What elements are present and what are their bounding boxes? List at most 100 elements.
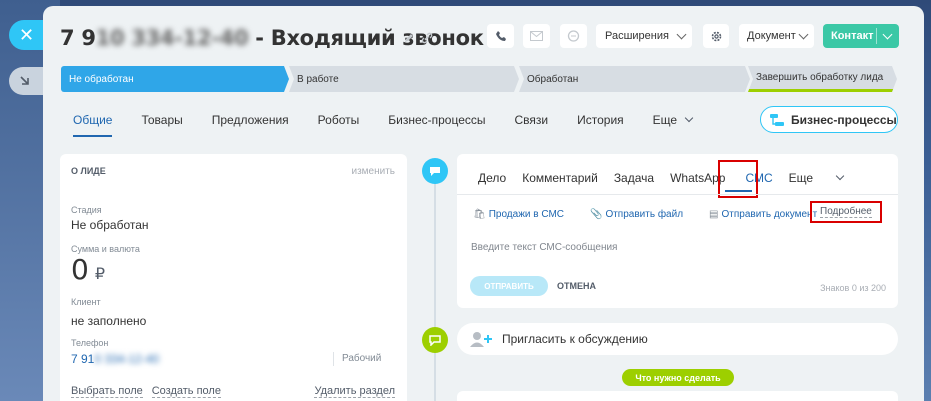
collapse-button[interactable] xyxy=(9,67,43,95)
extensions-label: Расширения xyxy=(605,30,669,42)
tab-offers[interactable]: Предложения xyxy=(212,113,289,127)
sms-actions: 🛍 Продажи в СМС 📎 Отправить файл ▤ Отправит… xyxy=(473,209,843,220)
chevron-down-icon xyxy=(685,113,694,123)
tab-comment[interactable]: Комментарий xyxy=(522,171,598,185)
divider xyxy=(457,194,898,195)
amount-value: 0 xyxy=(71,253,89,286)
tab-general[interactable]: Общие xyxy=(73,113,113,137)
email-button[interactable] xyxy=(523,24,550,48)
sales-sms-label: Продажи в СМС xyxy=(488,209,564,220)
close-icon: ✕ xyxy=(19,24,35,45)
chevron-down-icon xyxy=(676,29,687,40)
invite-to-discussion[interactable]: Пригласить к обсуждению xyxy=(457,323,898,355)
edit-link[interactable]: изменить xyxy=(351,166,395,177)
settings-button[interactable] xyxy=(703,24,729,48)
more-details-link[interactable]: Подробнее xyxy=(820,206,872,218)
send-file-label: Отправить файл xyxy=(605,209,684,220)
arrow-down-right-icon xyxy=(20,76,29,85)
tab-history[interactable]: История xyxy=(577,113,624,127)
phone-type: Рабочий xyxy=(342,353,382,364)
phone-field-value[interactable]: 7 910 334-12-40 xyxy=(71,352,159,366)
comment-icon xyxy=(429,334,441,346)
send-document-label: Отправить документ xyxy=(721,209,818,220)
currency-symbol: ₽ xyxy=(94,264,106,283)
stage-field-label: Стадия xyxy=(71,205,102,215)
stage-label: Завершить обработку лида xyxy=(756,72,884,83)
todo-badge: Что нужно сделать xyxy=(622,369,734,386)
chat-icon xyxy=(567,29,580,42)
business-processes-button[interactable]: Бизнес-процессы xyxy=(760,106,898,133)
divider xyxy=(333,352,334,366)
activity-editor: Дело Комментарий Задача WhatsApp СМС Еще… xyxy=(457,154,898,308)
phone-blurred: 0 334-12-40 xyxy=(94,352,160,366)
tab-editor-more[interactable]: Еще xyxy=(789,171,860,185)
tab-business-processes[interactable]: Бизнес-процессы xyxy=(388,113,485,127)
phone-visible: 7 91 xyxy=(71,352,95,366)
tab-robots[interactable]: Роботы xyxy=(318,113,360,127)
lead-panel: 7 910 334-12-40 - Входящий звонок Расшир… xyxy=(43,6,924,401)
sms-text-input[interactable]: Введите текст СМС-сообщения xyxy=(471,242,617,253)
client-field-value[interactable]: не заполнено xyxy=(71,314,146,328)
char-counter: Знаков 0 из 200 xyxy=(820,283,886,293)
stage-not-processed[interactable]: Не обработан xyxy=(61,66,289,92)
document-label: Документ xyxy=(747,30,796,42)
lead-info-card: О ЛИДЕ изменить Стадия Не обработан Сумм… xyxy=(60,154,407,401)
send-file-link[interactable]: 📎 Отправить файл xyxy=(590,209,696,220)
title-icons xyxy=(403,32,433,44)
message-icon xyxy=(430,166,440,176)
chevron-down-icon xyxy=(836,171,845,181)
send-button[interactable]: ОТПРАВИТЬ xyxy=(470,276,548,296)
title-number: 7 9 xyxy=(60,26,96,50)
title-text: - Входящий звонок xyxy=(248,26,484,50)
gear-icon xyxy=(711,31,721,41)
timeline-comment-marker xyxy=(422,327,448,353)
tab-task[interactable]: Задача xyxy=(614,171,654,185)
pencil-icon[interactable] xyxy=(403,32,415,44)
stage-bar: Не обработан В работе Обработан Завершит… xyxy=(61,66,897,92)
tab-links[interactable]: Связи xyxy=(515,113,549,127)
chat-button[interactable] xyxy=(560,24,587,48)
stage-field-value[interactable]: Не обработан xyxy=(71,218,149,232)
amount-field-value[interactable]: 0 ₽ xyxy=(71,253,105,286)
document-icon: ▤ xyxy=(709,209,719,220)
bag-icon: 🛍 xyxy=(473,209,486,220)
highlight-box-sms xyxy=(718,160,758,198)
client-field-label: Клиент xyxy=(71,297,101,307)
section-heading: О ЛИДЕ xyxy=(71,166,106,176)
stage-processed[interactable]: Обработан xyxy=(519,66,750,92)
call-button[interactable] xyxy=(487,24,514,48)
title-blurred: 10 334-12-40 xyxy=(95,26,249,50)
create-field-link[interactable]: Создать поле xyxy=(151,385,221,398)
timeline-line xyxy=(434,171,436,401)
field-actions: Выбрать поле Создать поле xyxy=(71,385,230,398)
tab-products[interactable]: Товары xyxy=(141,113,182,127)
phone-field-label: Телефон xyxy=(71,338,109,348)
tab-editor-more-label: Еще xyxy=(788,171,814,185)
link-icon[interactable] xyxy=(421,32,433,44)
divider xyxy=(876,28,877,44)
chevron-down-icon xyxy=(882,29,893,40)
contact-label: Контакт xyxy=(831,30,874,42)
select-field-link[interactable]: Выбрать поле xyxy=(71,385,143,398)
delete-section-link[interactable]: Удалить раздел xyxy=(314,385,395,398)
contact-button[interactable]: Контакт xyxy=(823,24,899,48)
extensions-select[interactable]: Расширения xyxy=(596,24,692,48)
stage-label: Обработан xyxy=(527,73,579,85)
timeline-editor-marker xyxy=(422,158,448,184)
invite-label: Пригласить к обсуждению xyxy=(502,332,648,346)
business-process-icon xyxy=(770,114,784,126)
document-select[interactable]: Документ xyxy=(739,24,814,48)
timeline-card xyxy=(457,391,898,401)
stage-in-progress[interactable]: В работе xyxy=(289,66,519,92)
close-button[interactable]: ✕ xyxy=(9,20,43,50)
main-tabs: Общие Товары Предложения Роботы Бизнес-п… xyxy=(73,113,721,137)
cancel-button[interactable]: ОТМЕНА xyxy=(557,281,596,291)
tab-deal[interactable]: Дело xyxy=(478,171,506,185)
tab-more[interactable]: Еще xyxy=(652,113,694,127)
phone-icon xyxy=(495,31,506,41)
editor-tabs: Дело Комментарий Задача WhatsApp СМС Еще xyxy=(478,171,875,185)
sales-sms-link[interactable]: 🛍 Продажи в СМС xyxy=(473,209,577,220)
chevron-down-icon xyxy=(798,29,809,40)
tab-more-label: Еще xyxy=(652,113,678,127)
stage-finish[interactable]: Завершить обработку лида xyxy=(748,66,897,92)
